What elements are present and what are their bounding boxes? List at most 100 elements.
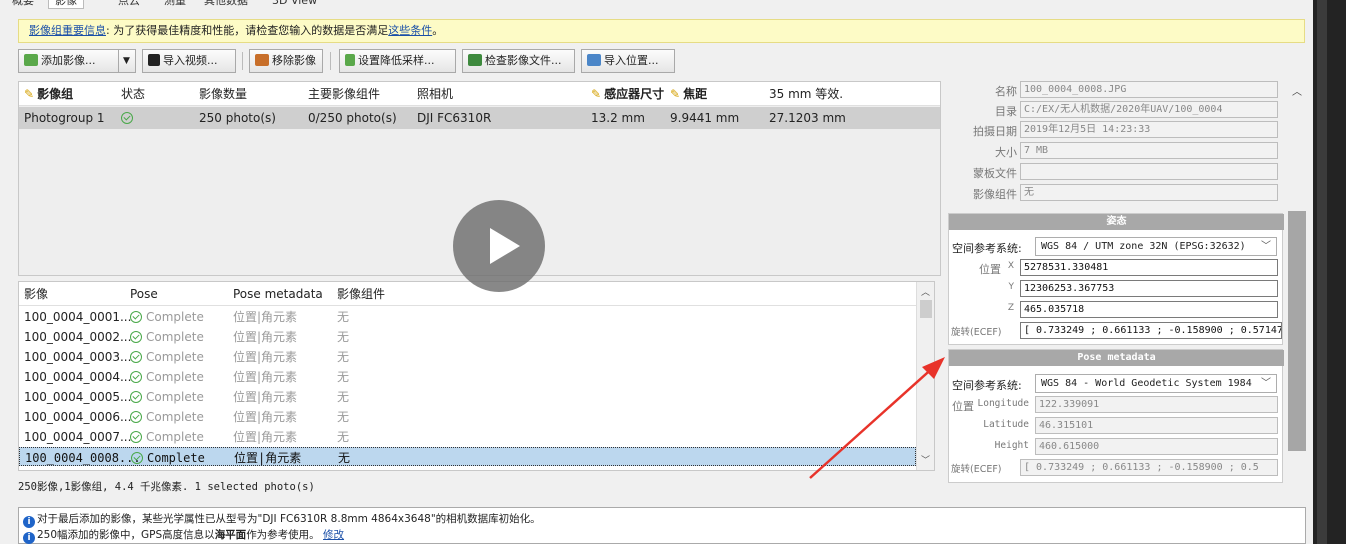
image-component-value: 无 [337,310,350,324]
banner-text: : 为了获得最佳精度和性能，请检查您输入的数据是否满足 [106,24,389,37]
pose-y-field[interactable]: 12306253.367753 [1020,280,1278,297]
pose-status-text: Complete [146,430,204,444]
table-row[interactable]: Photogroup 1 250 photo(s) 0/250 photo(s)… [19,107,940,129]
scrollbar-thumb[interactable] [920,300,932,318]
meta-latitude-label: Latitude [983,419,1029,430]
downsample-button[interactable]: 设置降低采样... [339,49,456,73]
add-images-button[interactable]: 添加影像... [18,49,119,73]
toolbar-separator [330,52,331,70]
table-row[interactable]: 100_0004_0007... Complete 位置|角元素 无 [19,427,916,447]
tab-images[interactable]: 影像 [48,0,84,9]
pose-status-text: Complete [146,470,204,471]
image-name: 100_0004_0007... [24,430,132,444]
col-image-component[interactable]: 影像组件 [337,282,385,306]
scrollbar-thumb[interactable] [1288,211,1306,451]
name-field: 100_0004_0008.JPG [1020,81,1278,98]
import-video-button[interactable]: 导入视频... [142,49,236,73]
scroll-up-icon[interactable]: ︿ [921,285,930,298]
pose-rotation-field[interactable]: [ 0.733249 ; 0.661133 ; -0.158900 ; 0.57… [1020,322,1282,339]
pose-z-label: Z [1007,303,1014,313]
date-field: 2019年12月5日 14:23:33 [1020,121,1278,138]
col-sensor-size[interactable]: ✎ 感应器尺寸 [591,82,664,106]
chevron-down-icon: ﹀ [1261,378,1271,389]
image-name: 100_0004_0009... [24,467,131,470]
tab-other-data[interactable]: 其他数据 [198,0,254,9]
col-image[interactable]: 影像 [24,282,48,306]
pose-metadata-value: 位置|角元素 [233,370,298,384]
col-pose-metadata[interactable]: Pose metadata [233,282,323,306]
image-component-value: 无 [337,410,350,424]
play-icon[interactable] [453,200,545,292]
pose-status: Complete [130,407,204,427]
remove-images-button[interactable]: 移除影像 [249,49,323,73]
pose-z-field[interactable]: 465.035718 [1020,301,1278,318]
image-name: 100_0004_0006... [24,410,132,424]
table-row[interactable]: 100_0004_0004... Complete 位置|角元素 无 [19,367,916,387]
mask-label: 蒙板文件 [973,167,1017,180]
image-name: 100_0004_0003... [24,350,132,364]
scroll-up-icon[interactable]: ︿ [1292,83,1302,98]
component-label: 影像组件 [973,188,1017,201]
name-label: 名称 [995,85,1017,98]
table-row[interactable]: 100_0004_0006... Complete 位置|角元素 无 [19,407,916,427]
banner-title[interactable]: 影像组重要信息 [29,24,106,37]
col-photogroup[interactable]: ✎ 影像组 [24,82,73,106]
toolbar-separator [242,52,243,70]
check-image-files-button[interactable]: 检查影像文件... [462,49,575,73]
tab-point-cloud[interactable]: 点云 [112,0,146,9]
col-image-count[interactable]: 影像数量 [199,82,247,106]
message-panel: i 对于最后添加的影像，某些光学属性已从型号为"DJI FC6310R 8.8mm… [18,507,1306,544]
table-row[interactable]: 100_0004_0002... Complete 位置|角元素 无 [19,327,916,347]
table-row[interactable]: 100_0004_0008... Complete 位置|角元素 无 [19,447,916,466]
modify-link[interactable]: 修改 [323,529,344,541]
col-pose[interactable]: Pose [130,282,158,306]
photogroup-count: 250 photo(s) [199,111,276,125]
col-main-component[interactable]: 主要影像组件 [308,82,380,106]
photogroup-focal: 9.9441 mm [670,111,740,125]
col-status[interactable]: 状态 [121,82,145,106]
pose-x-field[interactable]: 5278531.330481 [1020,259,1278,276]
col-focal-length[interactable]: ✎ 焦距 [670,82,707,106]
info-icon: i [23,532,35,544]
chevron-down-icon: ﹀ [1261,241,1271,252]
meta-rotation-field: [ 0.733249 ; 0.661133 ; -0.158900 ; 0.5 [1020,459,1278,476]
pose-srs-select[interactable]: WGS 84 / UTM zone 32N (EPSG:32632) ﹀ [1035,237,1277,256]
tab-3d-view[interactable]: 3D View [266,0,323,9]
banner-link[interactable]: 这些条件 [388,24,432,37]
import-positions-button[interactable]: 导入位置... [581,49,675,73]
window-edge [1313,0,1346,544]
table-row[interactable]: 100_0004_0009... Complete 位置|角元素 无 [19,467,916,471]
meta-latitude-field: 46.315101 [1035,417,1278,434]
pose-status-text: Complete [146,370,204,384]
col-camera[interactable]: 照相机 [417,82,453,106]
status-icon [121,107,137,129]
details-scrollbar[interactable]: ︿ [1288,81,1306,483]
image-component-value: 无 [337,390,350,404]
meta-srs-select[interactable]: WGS 84 - World Geodetic System 1984 ﹀ [1035,374,1277,393]
pose-status: Complete [130,347,204,367]
tab-overview[interactable]: 概要 [6,0,40,9]
tab-survey[interactable]: 测量 [158,0,192,9]
image-list: 影像 Pose Pose metadata 影像组件 100_0004_0001… [18,281,935,471]
size-field: 7 MB [1020,142,1278,159]
pose-metadata-value: 位置|角元素 [233,390,298,404]
add-images-dropdown[interactable]: ▼ [118,49,136,73]
photogroup-sensor: 13.2 mm [591,111,645,125]
table-row[interactable]: 100_0004_0005... Complete 位置|角元素 无 [19,387,916,407]
table-row[interactable]: 100_0004_0001... Complete 位置|角元素 无 [19,307,916,327]
pose-srs-label: 空间参考系统: [952,242,1022,255]
size-label: 大小 [995,146,1017,159]
check-circle-icon [130,391,142,403]
col-35mm-equiv[interactable]: 35 mm 等效. [769,82,843,106]
pose-metadata-section: Pose metadata 空间参考系统: WGS 84 - World Geo… [948,349,1284,483]
table-row[interactable]: 100_0004_0003... Complete 位置|角元素 无 [19,347,916,367]
pose-status: Complete [130,387,204,407]
directory-field: C:/EX/无人机数据/2020年UAV/100_0004 [1020,101,1278,118]
pose-status-text: Complete [146,310,204,324]
status-text: 250影像,1影像组, 4.4 千兆像素. 1 selected photo(s… [18,481,315,493]
info-banner: 影像组重要信息: 为了获得最佳精度和性能，请检查您输入的数据是否满足这些条件。 [18,19,1305,43]
pose-metadata-value: 位置|角元素 [233,350,298,364]
photogroup-components: 0/250 photo(s) [308,111,397,125]
pose-rotation-label: 旋转(ECEF) [951,327,1002,338]
pose-metadata-value: 位置|角元素 [233,410,298,424]
